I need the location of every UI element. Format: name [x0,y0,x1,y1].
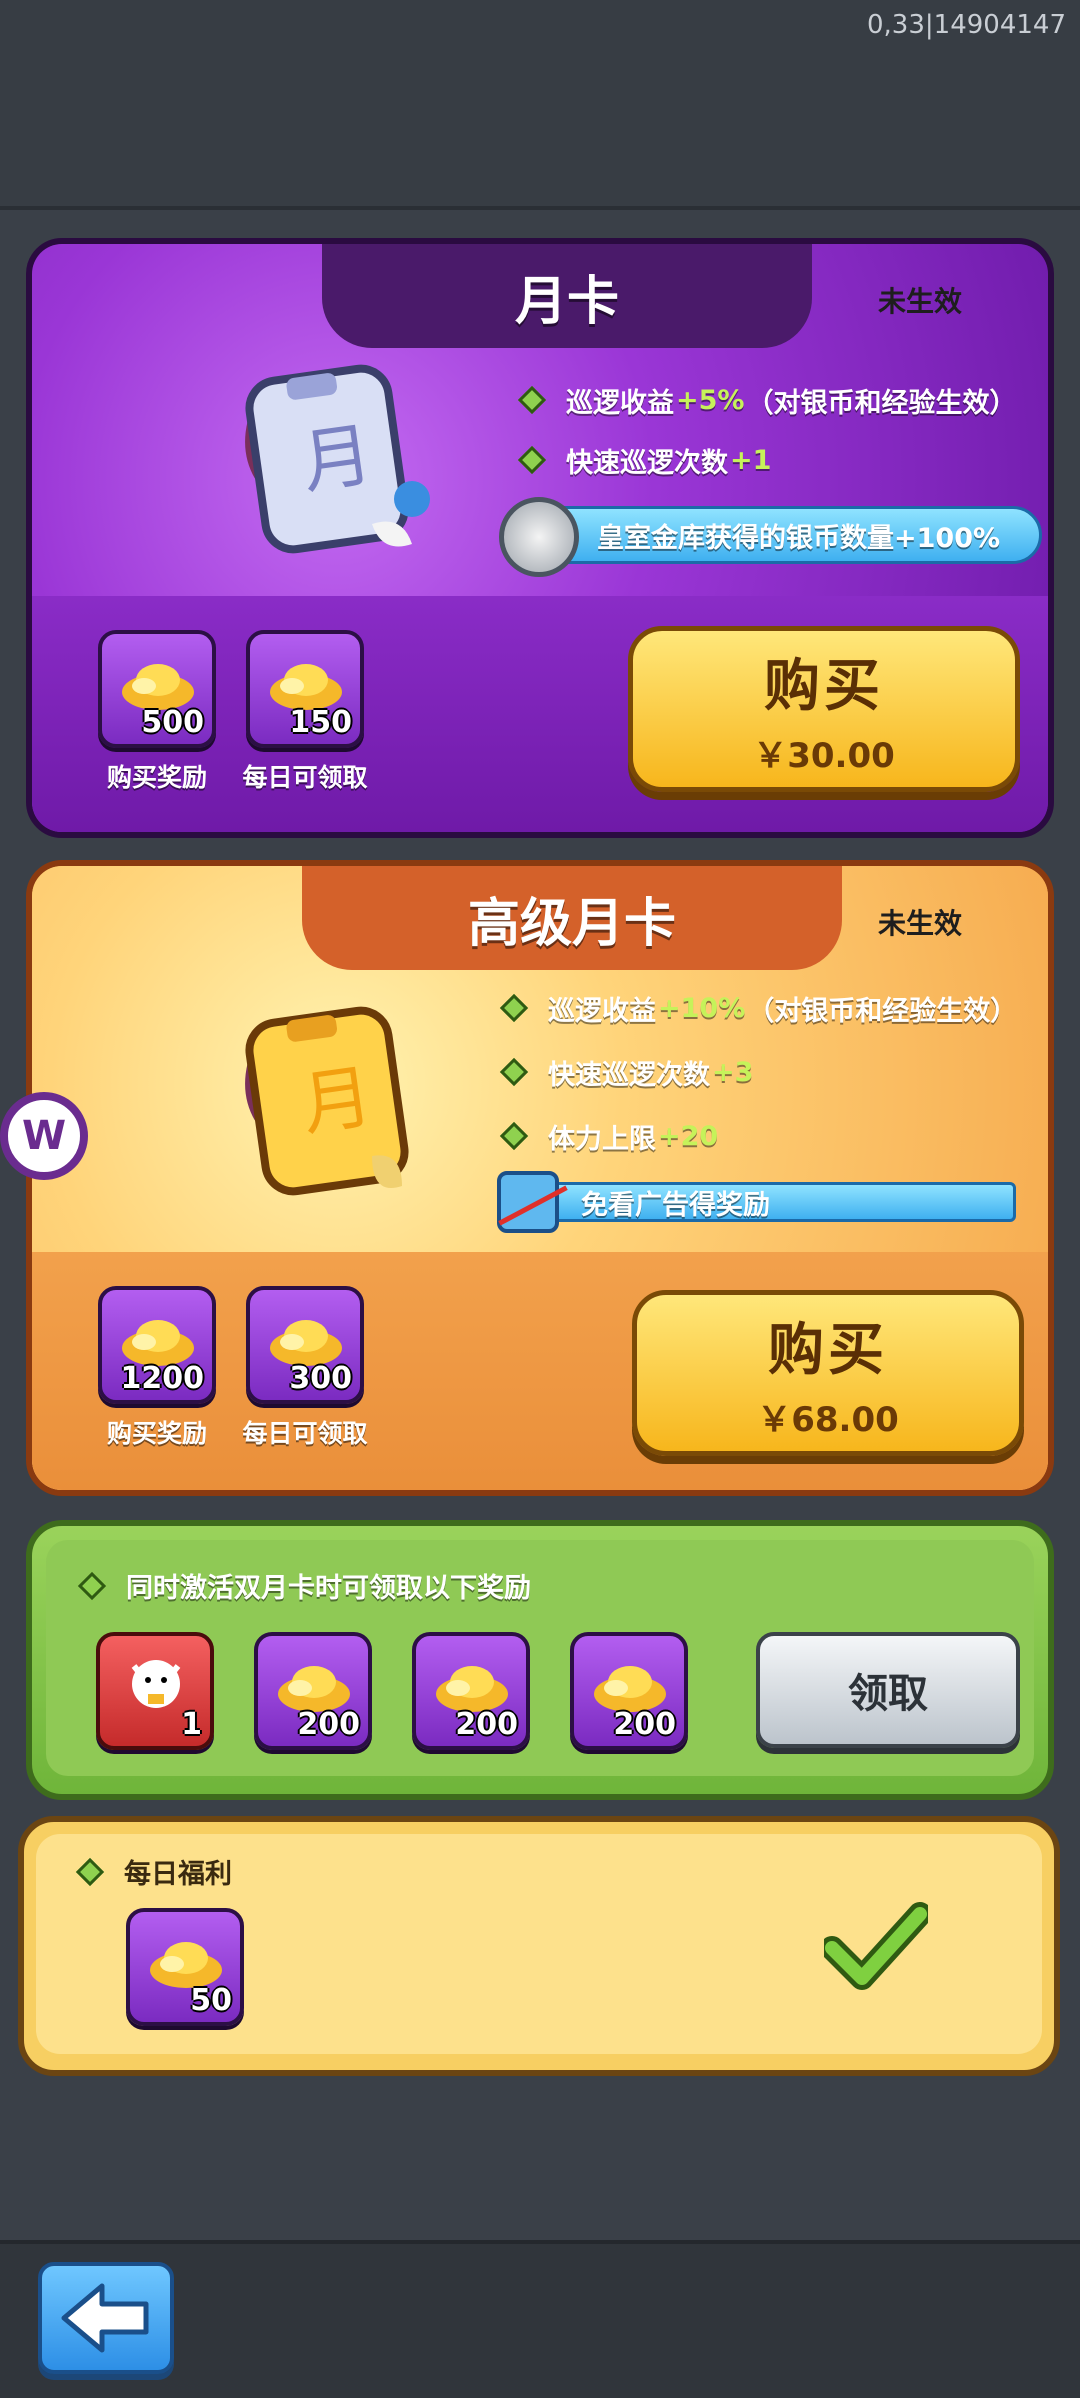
reward-item[interactable]: 200 [570,1632,688,1750]
check-icon [824,1902,928,1990]
back-arrow-icon [61,2283,149,2353]
reward-caption: 购买奖励 [106,1419,207,1448]
buy-premium-button[interactable]: 购买 ￥68.00 [632,1290,1024,1456]
gold-ingot-icon [270,664,342,710]
claim-button[interactable]: 领取 [756,1632,1020,1748]
floating-assistant-icon[interactable]: W [0,1092,88,1180]
monthly-card-tag-icon: 月 [245,364,430,554]
reward-item[interactable]: 200 [412,1632,530,1750]
premium-perks: 巡逻收益 +10% （对银币和经验生效） 快速巡逻次数 +3 体力上限 +20 [499,978,1017,1166]
reward-caption: 每日可领取 [242,1419,368,1448]
reward-item[interactable]: 500 [98,630,216,748]
reward-item[interactable]: 1 [96,1632,214,1750]
perk-item: 快速巡逻次数 +3 [499,1042,1017,1102]
reward-item[interactable]: 300 [246,1286,364,1404]
perk-item: 巡逻收益 +10% （对银币和经验生效） [499,978,1017,1038]
gold-ingot-icon [278,1666,350,1712]
reward-caption: 每日可领取 [242,763,368,792]
perk-item: 体力上限 +20 [499,1106,1017,1166]
svg-text:月: 月 [297,1055,378,1146]
top-bar: 0,33|14904147 [0,0,1080,210]
reward-item[interactable]: 1200 [98,1286,216,1404]
perk-item: 巡逻收益 +5% （对银币和经验生效） [517,370,1016,430]
gold-ingot-icon [150,1942,222,1988]
premium-card: 高级月卡 未生效 月 巡逻收益 +10% （对银币和经验生效） 快速巡逻次数 +3 体… [26,860,1054,1496]
monthly-card-title: 月卡 [322,244,812,348]
premium-banner: 免看广告得奖励 [497,1171,1016,1233]
monthly-card-status: 未生效 [877,285,962,318]
svg-text:月: 月 [297,413,378,504]
daily-welfare: 每日福利 50 [18,1816,1060,2076]
premium-card-status: 未生效 [877,907,962,940]
monthly-card: 月卡 未生效 月 巡逻收益 +5% （对银币和经验生效） 快速巡逻次数 +1 皇室金库… [26,238,1054,838]
premium-card-title: 高级月卡 [302,866,842,970]
perk-item: 快速巡逻次数 +1 [517,430,1016,490]
silver-coin-icon [499,497,579,577]
buy-monthly-button[interactable]: 购买 ￥30.00 [628,626,1020,792]
debug-info: 0,33|14904147 [867,10,1066,40]
gold-ingot-icon [270,1320,342,1366]
gold-ingot-icon [436,1666,508,1712]
no-ads-tv-icon [497,1171,559,1233]
daily-header: 每日福利 [75,1852,232,1891]
reward-caption: 购买奖励 [106,763,207,792]
reward-item[interactable]: 200 [254,1632,372,1750]
back-button[interactable] [38,2262,174,2374]
premium-card-tag-icon: 月 [245,1006,409,1196]
lucky-cat-icon [131,1660,181,1708]
reward-item[interactable]: 50 [126,1908,244,2026]
reward-item[interactable]: 150 [246,630,364,748]
monthly-perks: 巡逻收益 +5% （对银币和经验生效） 快速巡逻次数 +1 [517,370,1016,490]
gold-ingot-icon [594,1666,666,1712]
double-bonus-header: 同时激活双月卡时可领取以下奖励 [77,1566,531,1605]
monthly-banner: 皇室金库获得的银币数量+100% [499,497,1042,577]
gold-ingot-icon [122,664,194,710]
gold-ingot-icon [122,1320,194,1366]
